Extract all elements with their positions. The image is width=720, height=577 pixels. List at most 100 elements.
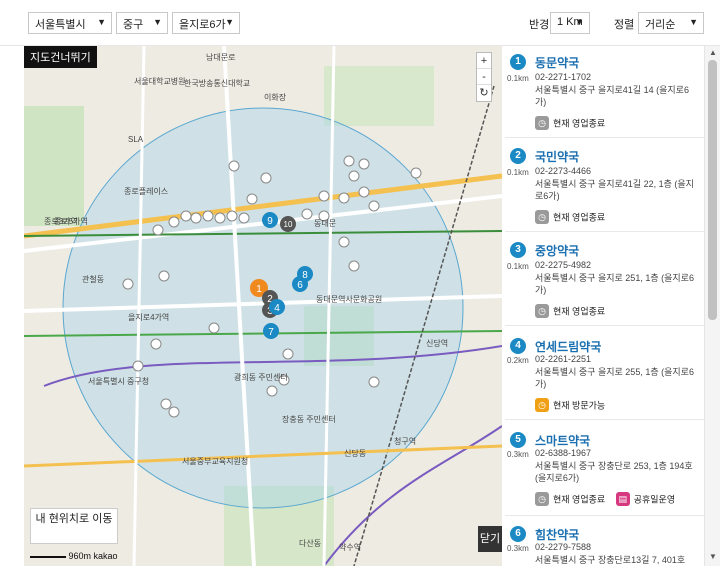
pharmacy-phone: 02-2279-7588 [535,542,592,552]
district-select[interactable]: 중구 ▼ [116,12,168,34]
status-text: 현재 영업종료 [553,306,606,317]
list-scrollbar[interactable]: ▲ ▼ [704,46,720,566]
map-pin-4[interactable]: 4 [269,299,285,315]
holiday-text: 공휴일운영 [633,494,676,505]
clock-icon: ◷ [535,116,549,130]
map-pin-7[interactable]: 7 [263,323,279,339]
scroll-up-icon[interactable]: ▲ [709,48,717,57]
pharmacy-distance: 0.3km [507,544,529,553]
chevron-down-icon: ▼ [575,17,584,27]
pharmacy-number: 6 [510,526,526,542]
svg-text:1: 1 [256,284,262,295]
my-location-button[interactable]: 내 현위치로 이동 [30,508,118,544]
radius-select[interactable]: 1 Km ▼ [550,12,590,34]
scrollbar-thumb[interactable] [708,60,717,320]
pharmacy-phone: 02-6388-1967 [535,448,592,458]
pharmacy-name[interactable]: 중앙약국 [535,242,579,259]
scale-bar [30,555,66,558]
svg-text:장충동 주민센터: 장충동 주민센터 [282,414,336,424]
sort-label: 정렬 [614,19,635,31]
pharmacy-distance: 0.1km [507,168,529,177]
skip-map-badge[interactable]: 지도건너뛰기 [24,46,97,68]
pharmacy-address: 서울특별시 중구 을지로 255, 1층 (을지로6가) [535,367,694,389]
pharmacy-address: 서울특별시 중구 을지로41길 22, 1층 (을지로6가) [535,179,694,201]
svg-text:이화장: 이화장 [264,92,287,102]
clock-icon: ◷ [535,492,549,506]
svg-text:7: 7 [268,327,274,338]
filter-bar: 서울특별시 ▼ 중구 ▼ 을지로6가 ▼ 반경 1 Km ▼ 정렬 거리순 ▼ [0,0,720,46]
radius-label: 반경 [529,19,550,31]
chevron-down-icon: ▼ [225,17,234,27]
clock-icon: ◷ [535,304,549,318]
list-item[interactable]: 4 연세드림약국 0.2km 02-2261-2251 서울특별시 중구 을지로… [505,326,704,420]
pharmacy-number: 2 [510,148,526,164]
pharmacy-distance: 0.1km [507,262,529,271]
list-item[interactable]: 2 국민약국 0.1km 02-2273-4466 서울특별시 중구 을지로41… [505,138,704,232]
map-pin-9[interactable]: 9 [262,212,278,228]
sort-select[interactable]: 거리순 ▼ [638,12,704,34]
clock-icon: ◷ [535,398,549,412]
svg-text:청구역: 청구역 [394,436,416,446]
chevron-down-icon: ▼ [97,17,106,27]
clock-icon: ◷ [535,210,549,224]
svg-text:을지로4가역: 을지로4가역 [128,312,169,322]
zoom-in-button[interactable]: + [477,53,491,69]
city-select-value: 서울특별시 [35,19,86,31]
pharmacy-name[interactable]: 연세드림약국 [535,338,601,355]
pharmacy-distance: 0.3km [507,450,529,459]
svg-text:9: 9 [267,216,273,227]
pharmacy-name[interactable]: 국민약국 [535,148,579,165]
refresh-icon[interactable]: ↻ [477,85,491,101]
svg-text:8: 8 [302,270,308,281]
sort-select-value: 거리순 [645,19,676,31]
map-pin-10[interactable]: 10 [280,216,296,232]
list-item[interactable]: 3 중앙약국 0.1km 02-2275-4982 서울특별시 중구 을지로 2… [505,232,704,326]
pharmacy-distance: 0.2km [507,356,529,365]
map-canvas[interactable]: 1 2 3 4 6 7 8 9 10 남대문로 서울대학교병원 한국방송통신대학… [24,46,502,566]
svg-text:광희동 주민센터: 광희동 주민센터 [234,372,288,382]
pharmacy-address: 서울특별시 중구 장충단로 253, 1층 194호 (을지로6가) [535,461,693,483]
svg-text:4: 4 [274,303,280,314]
list-item[interactable]: 5 스마트약국 0.3km 02-6388-1967 서울특별시 중구 장충단로… [505,420,704,516]
list-item[interactable]: 1 동문약국 0.1km 02-2271-1702 서울특별시 중구 을지로41… [505,46,704,138]
city-select[interactable]: 서울특별시 ▼ [28,12,112,34]
status-badge: ◷ 현재 영업종료 ▤ 공휴일운영 [535,492,675,508]
svg-text:서울대학교병원: 서울대학교병원 [134,76,186,86]
scroll-down-icon[interactable]: ▼ [709,552,717,561]
pharmacy-address: 서울특별시 중구 을지로 251, 1층 (을지로6가) [535,273,694,295]
pharmacy-name[interactable]: 동문약국 [535,54,579,71]
map-view[interactable]: 1 2 3 4 6 7 8 9 10 남대문로 서울대학교병원 한국방송통신대학… [24,46,502,566]
pharmacy-phone: 02-2261-2251 [535,354,592,364]
pharmacy-number: 3 [510,242,526,258]
svg-text:관철동: 관철동 [82,274,104,284]
svg-text:6: 6 [297,280,303,291]
svg-text:종로플레이스: 종로플레이스 [124,186,168,196]
svg-text:동대문역사문화공원: 동대문역사문화공원 [316,294,382,304]
pharmacy-number: 5 [510,432,526,448]
svg-text:서울중부교육지원청: 서울중부교육지원청 [182,457,248,466]
park-area [24,106,84,226]
pharmacy-address: 서울특별시 중구 을지로41길 14 (을지로6가) [535,85,689,107]
svg-text:신당동: 신당동 [344,448,366,458]
chevron-down-icon: ▼ [689,17,698,27]
svg-text:서울특별시 중구청: 서울특별시 중구청 [88,376,149,386]
pharmacy-distance: 0.1km [507,74,529,83]
map-scale: 960m kakao [30,551,118,561]
status-text: 현재 영업종료 [553,494,606,505]
pharmacy-list[interactable]: 1 동문약국 0.1km 02-2271-1702 서울특별시 중구 을지로41… [505,46,704,566]
map-pin-8[interactable]: 8 [297,266,313,282]
close-button[interactable]: 닫기 [478,526,502,552]
pharmacy-name[interactable]: 스마트약국 [535,432,590,449]
park-area [324,66,434,126]
list-item[interactable]: 6 힘찬약국 0.3km 02-2279-7588 서울특별시 중구 장충단로1… [505,516,704,566]
svg-text:SLA: SLA [128,135,144,144]
dong-select[interactable]: 을지로6가 ▼ [172,12,240,34]
zoom-out-button[interactable]: - [477,69,491,85]
status-badge: ◷ 현재 방문가능 [535,398,605,414]
svg-text:다산동: 다산동 [299,538,321,548]
status-badge: ◷ 현재 영업종료 [535,210,605,226]
calendar-icon: ▤ [615,492,630,506]
pharmacy-name[interactable]: 힘찬약국 [535,526,579,543]
pharmacy-address: 서울특별시 중구 장충단로13길 7, 401호 [535,555,686,565]
pharmacy-number: 4 [510,338,526,354]
